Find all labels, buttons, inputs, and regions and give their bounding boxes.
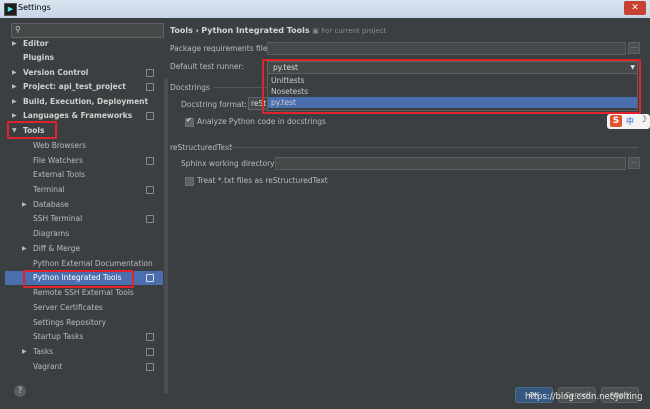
settings-sidebar: ⚲ ▶ Editor Plugins ▶ Version Control ▶ P…: [5, 18, 168, 393]
tree-item-editor[interactable]: ▶ Editor: [5, 37, 163, 51]
tree-item-remote-ssh[interactable]: Remote SSH External Tools: [5, 286, 163, 300]
project-scope-icon: [146, 186, 154, 194]
package-requirements-label: Package requirements file:: [170, 44, 270, 53]
tree-item-ssh-terminal[interactable]: SSH Terminal: [5, 212, 163, 226]
treat-txt-checkbox[interactable]: [185, 177, 194, 186]
expand-arrow-icon: ▶: [12, 69, 17, 76]
watermark-text: https://blog.csdn.net/Jolting: [525, 392, 643, 402]
close-button[interactable]: ✕: [624, 1, 646, 15]
browse-button[interactable]: …: [628, 157, 640, 169]
runner-highlight-box: [262, 59, 641, 114]
ime-toolbar: S 中 ☽: [607, 114, 650, 129]
settings-search-input[interactable]: ⚲: [11, 23, 164, 38]
project-scope-icon: [146, 112, 154, 120]
project-scope-icon: [146, 363, 154, 371]
sphinx-dir-label: Sphinx working directory:: [181, 159, 277, 168]
docstring-format-label: Docstring format:: [181, 100, 247, 109]
tree-item-startup-tasks[interactable]: Startup Tasks: [5, 330, 163, 344]
breadcrumb: Tools › Python Integrated Tools ▣ For cu…: [170, 26, 387, 35]
tree-item-web-browsers[interactable]: Web Browsers: [5, 139, 163, 153]
expand-arrow-icon: ▶: [12, 83, 17, 90]
moon-icon: ☽: [639, 115, 648, 125]
sogou-icon: S: [610, 115, 622, 127]
tree-item-vagrant[interactable]: Vagrant: [5, 360, 163, 374]
title-bar: ▶ Settings ✕: [0, 0, 650, 18]
expand-arrow-icon: ▶: [12, 98, 17, 105]
analyze-docstrings-checkbox[interactable]: ✔: [185, 116, 194, 127]
analyze-docstrings-label: Analyze Python code in docstrings: [197, 117, 326, 126]
expand-arrow-icon: ▶: [12, 40, 17, 47]
tools-highlight-box: [7, 121, 57, 139]
expand-arrow-icon: ▶: [22, 348, 27, 355]
expand-arrow-icon: ▶: [22, 245, 27, 252]
treat-txt-label: Treat *.txt files as reStructuredText: [197, 176, 328, 185]
restructuredtext-section-title: reStructuredText: [170, 143, 233, 152]
tree-item-tasks[interactable]: ▶ Tasks: [5, 345, 163, 359]
expand-arrow-icon: ▶: [22, 201, 27, 208]
tree-item-plugins[interactable]: Plugins: [5, 51, 163, 65]
python-tools-highlight-box: [23, 270, 134, 288]
tree-item-diagrams[interactable]: Diagrams: [5, 227, 163, 241]
sphinx-dir-input[interactable]: [275, 157, 626, 170]
project-scope-icon: [146, 83, 154, 91]
search-icon: ⚲: [15, 25, 21, 34]
section-divider: [224, 147, 638, 148]
project-scope-icon: [146, 333, 154, 341]
tree-item-external-tools[interactable]: External Tools: [5, 168, 163, 182]
window-title: Settings: [18, 3, 51, 12]
project-scope-icon: [146, 157, 154, 165]
default-test-runner-label: Default test runner:: [170, 62, 245, 71]
tree-item-project[interactable]: ▶ Project: api_test_project: [5, 80, 163, 94]
tree-item-file-watchers[interactable]: File Watchers: [5, 154, 163, 168]
project-scope-icon: [146, 215, 154, 223]
tree-item-python-external-docs[interactable]: Python External Documentation: [5, 257, 163, 271]
project-scope-icon: ▣: [312, 27, 319, 35]
tree-item-build[interactable]: ▶ Build, Execution, Deployment: [5, 95, 163, 109]
pycharm-icon: ▶: [4, 3, 17, 16]
project-scope-icon: [146, 69, 154, 77]
tree-item-database[interactable]: ▶ Database: [5, 198, 163, 212]
tree-item-diff-merge[interactable]: ▶ Diff & Merge: [5, 242, 163, 256]
tree-item-version-control[interactable]: ▶ Version Control: [5, 66, 163, 80]
package-requirements-input[interactable]: [267, 42, 626, 55]
check-icon: ✔: [186, 116, 192, 124]
tree-item-server-certificates[interactable]: Server Certificates: [5, 301, 163, 315]
project-scope-icon: [146, 274, 154, 282]
docstrings-section-title: Docstrings: [170, 83, 210, 92]
browse-button[interactable]: …: [628, 42, 640, 54]
project-scope-icon: [146, 348, 154, 356]
tree-item-terminal[interactable]: Terminal: [5, 183, 163, 197]
tree-item-settings-repository[interactable]: Settings Repository: [5, 316, 163, 330]
help-icon[interactable]: ?: [14, 385, 26, 397]
chinese-mode-icon: 中: [626, 117, 634, 126]
